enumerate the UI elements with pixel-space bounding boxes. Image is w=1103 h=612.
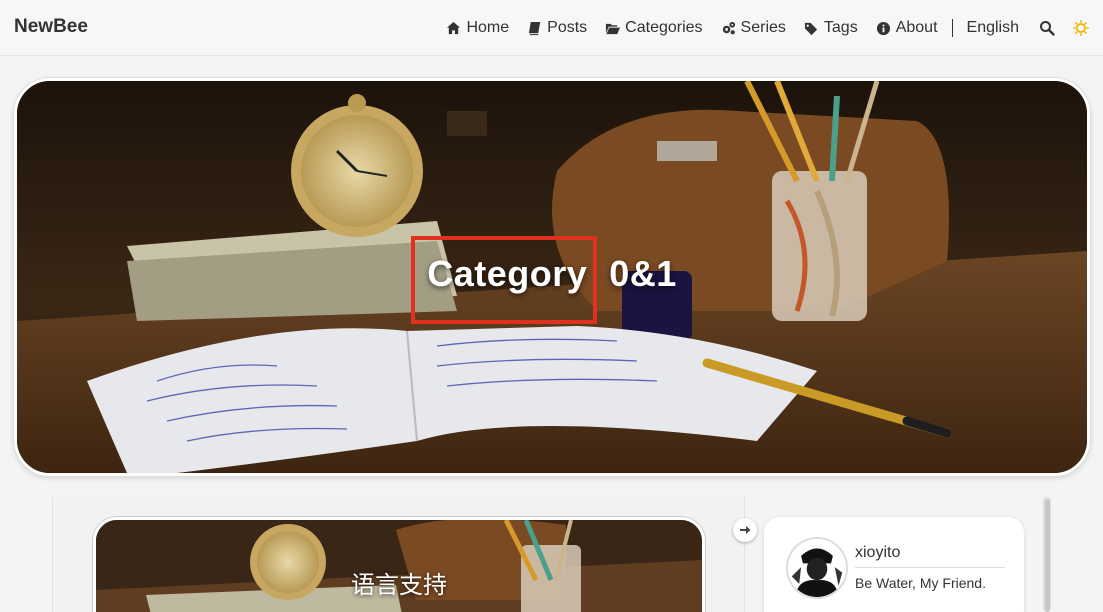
language-switch[interactable]: English bbox=[967, 19, 1019, 37]
nav-series-label: Series bbox=[740, 19, 786, 36]
nav-home[interactable]: Home bbox=[446, 19, 509, 37]
arrow-right-icon bbox=[740, 526, 751, 534]
nav-tags-label: Tags bbox=[823, 19, 858, 36]
tags-icon bbox=[804, 22, 818, 35]
nav-posts[interactable]: Posts bbox=[527, 19, 587, 37]
nav-series[interactable]: Series bbox=[721, 19, 786, 37]
nav-about[interactable]: About bbox=[876, 19, 938, 37]
theme-toggle-button[interactable] bbox=[1073, 20, 1089, 36]
sun-icon bbox=[1073, 20, 1089, 36]
nav-categories[interactable]: Categories bbox=[605, 19, 703, 37]
scrollbar-thumb[interactable] bbox=[1045, 500, 1050, 612]
nav-categories-label: Categories bbox=[625, 19, 703, 36]
profile-bio: Be Water, My Friend. bbox=[855, 575, 986, 591]
sidebar-toggle-button[interactable] bbox=[733, 518, 757, 542]
highlight-annotation-box bbox=[411, 236, 597, 324]
hero-title-value: 0&1 bbox=[609, 253, 677, 294]
cogs-icon bbox=[722, 21, 735, 34]
nav-tags[interactable]: Tags bbox=[804, 19, 858, 37]
post-title[interactable]: 语言支持 bbox=[96, 565, 702, 600]
main-nav: Home Posts Categories Series Tags About … bbox=[428, 0, 1089, 56]
folder-open-icon bbox=[606, 23, 621, 34]
top-navbar: NewBee Home Posts Categories Series Tags… bbox=[0, 0, 1103, 56]
profile-name: xioyito bbox=[855, 544, 901, 561]
hero-banner: Category 0&1 bbox=[14, 78, 1090, 476]
nav-divider bbox=[951, 19, 953, 37]
profile-divider bbox=[855, 567, 1005, 568]
avatar[interactable] bbox=[786, 537, 848, 599]
home-icon bbox=[447, 21, 461, 34]
profile-card: xioyito Be Water, My Friend. bbox=[764, 517, 1024, 612]
search-button[interactable] bbox=[1039, 20, 1055, 36]
search-icon bbox=[1040, 21, 1055, 36]
avatar-image bbox=[788, 539, 846, 597]
nav-about-label: About bbox=[895, 19, 938, 36]
info-circle-icon bbox=[876, 21, 890, 35]
nav-posts-label: Posts bbox=[547, 19, 588, 36]
book-icon bbox=[529, 21, 541, 35]
post-card[interactable]: 语言支持 bbox=[93, 517, 705, 612]
site-brand[interactable]: NewBee bbox=[14, 16, 88, 38]
nav-home-label: Home bbox=[466, 19, 510, 36]
